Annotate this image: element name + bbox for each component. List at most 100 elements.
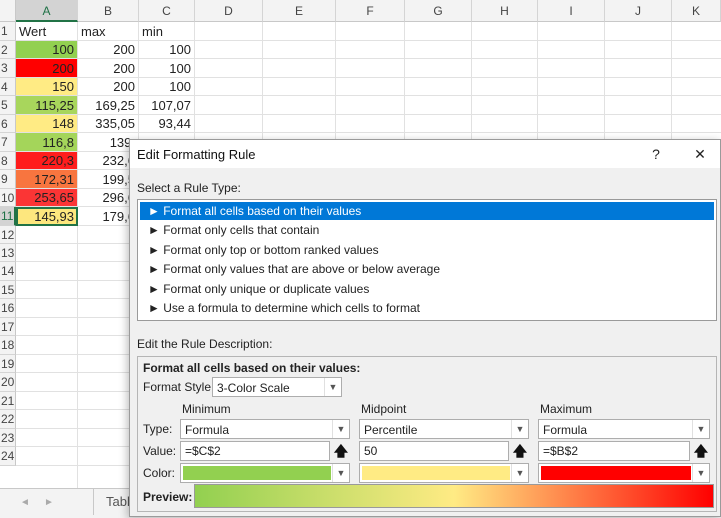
data-cell[interactable]: 115,25	[16, 96, 78, 115]
data-cell[interactable]: 253,65	[16, 189, 78, 207]
column-header[interactable]: G	[405, 0, 472, 22]
row-header[interactable]: 21	[0, 392, 16, 410]
rule-type-item[interactable]: ► Format only values that are above or b…	[140, 260, 714, 278]
collapse-range-icon[interactable]: 🡅	[332, 441, 350, 461]
format-style-label: Format Style:	[143, 380, 215, 394]
column-header[interactable]: I	[538, 0, 605, 22]
row-header[interactable]: 6	[0, 115, 16, 133]
row-header[interactable]: 18	[0, 336, 16, 355]
rule-description-panel: Format all cells based on their values: …	[137, 356, 717, 512]
rule-type-item[interactable]: ► Format all cells based on their values	[140, 202, 714, 220]
maximum-color-picker[interactable]: ▼	[538, 463, 710, 483]
collapse-range-icon[interactable]: 🡅	[692, 441, 710, 461]
column-header[interactable]: B	[78, 0, 139, 22]
column-header[interactable]: D	[195, 0, 263, 22]
row-header[interactable]: 7	[0, 133, 16, 152]
data-cell[interactable]: 200	[78, 59, 139, 78]
data-cell[interactable]: 145,93	[16, 207, 78, 226]
chevron-down-icon: ▼	[692, 420, 709, 438]
row-header[interactable]: 24	[0, 447, 16, 466]
data-cell[interactable]: 150	[16, 78, 78, 96]
minimum-value-input[interactable]: =$C$2	[180, 441, 330, 461]
column-header[interactable]: A	[16, 0, 78, 22]
data-cell[interactable]: 100	[16, 41, 78, 59]
type-label: Type:	[143, 422, 173, 436]
data-cell[interactable]: 107,07	[139, 96, 195, 115]
column-header[interactable]: C	[139, 0, 195, 22]
data-cell[interactable]: 220,3	[16, 152, 78, 170]
data-cell[interactable]: 200	[78, 41, 139, 59]
minimum-header: Minimum	[182, 402, 231, 416]
scroll-left-icon[interactable]: ◄	[20, 497, 30, 508]
row-header[interactable]: 17	[0, 318, 16, 336]
midpoint-header: Midpoint	[361, 402, 407, 416]
data-cell[interactable]: 169,25	[78, 96, 139, 115]
row-header[interactable]: 16	[0, 299, 16, 318]
column-header[interactable]: E	[263, 0, 336, 22]
chevron-down-icon: ▼	[324, 378, 341, 396]
select-rule-type-label: Select a Rule Type:	[137, 181, 241, 195]
row-header[interactable]: 23	[0, 429, 16, 447]
row-header[interactable]: 11	[0, 207, 16, 226]
column-header[interactable]: H	[472, 0, 538, 22]
row-header[interactable]: 13	[0, 244, 16, 262]
row-header[interactable]: 1	[0, 22, 16, 41]
collapse-range-icon[interactable]: 🡅	[511, 441, 529, 461]
chevron-down-icon: ▼	[332, 420, 349, 438]
data-cell[interactable]: 100	[139, 59, 195, 78]
row-header[interactable]: 2	[0, 41, 16, 59]
row-header[interactable]: 8	[0, 152, 16, 170]
minimum-color-picker[interactable]: ▼	[180, 463, 350, 483]
dialog-title: Edit Formatting Rule	[137, 147, 256, 162]
chevron-down-icon: ▼	[511, 420, 528, 438]
rule-type-item[interactable]: ► Format only cells that contain	[140, 221, 714, 239]
data-cell[interactable]: 93,44	[139, 115, 195, 133]
maximum-color-swatch	[541, 466, 691, 480]
data-cell[interactable]: 200	[16, 59, 78, 78]
midpoint-color-swatch	[362, 466, 510, 480]
minimum-type-dropdown[interactable]: Formula ▼	[180, 419, 350, 439]
format-style-dropdown[interactable]: 3-Color Scale ▼	[212, 377, 342, 397]
color-scale-preview	[194, 484, 714, 508]
data-cell[interactable]: 100	[139, 78, 195, 96]
rule-type-item[interactable]: ► Use a formula to determine which cells…	[140, 299, 714, 317]
data-cell[interactable]: 100	[139, 41, 195, 59]
row-header[interactable]: 4	[0, 78, 16, 96]
midpoint-color-picker[interactable]: ▼	[359, 463, 529, 483]
wert-header[interactable]: Wert	[16, 22, 78, 41]
scroll-right-icon[interactable]: ►	[44, 497, 54, 508]
rule-type-list: ► Format all cells based on their values…	[137, 199, 717, 321]
data-cell[interactable]: 172,31	[16, 170, 78, 189]
rule-type-item[interactable]: ► Format only unique or duplicate values	[140, 280, 714, 298]
close-button[interactable]: ✕	[689, 144, 711, 164]
row-header[interactable]: 3	[0, 59, 16, 78]
maximum-header: Maximum	[540, 402, 593, 416]
row-header[interactable]: 9	[0, 170, 16, 189]
column-header[interactable]: K	[672, 0, 721, 22]
row-header[interactable]: 10	[0, 189, 16, 207]
row-header[interactable]: 20	[0, 373, 16, 392]
column-header[interactable]: F	[336, 0, 405, 22]
data-cell[interactable]: 200	[78, 78, 139, 96]
help-button[interactable]: ?	[645, 144, 667, 164]
chevron-down-icon: ▼	[692, 464, 709, 482]
rule-type-item[interactable]: ► Format only top or bottom ranked value…	[140, 241, 714, 259]
select-all-corner[interactable]	[0, 0, 16, 22]
row-header[interactable]: 5	[0, 96, 16, 115]
data-cell[interactable]: 335,05	[78, 115, 139, 133]
row-header[interactable]: 14	[0, 262, 16, 281]
row-header[interactable]: 22	[0, 410, 16, 429]
row-header[interactable]: 12	[0, 226, 16, 244]
min-header[interactable]: min	[139, 22, 195, 41]
midpoint-type-dropdown[interactable]: Percentile ▼	[359, 419, 529, 439]
maximum-value-input[interactable]: =$B$2	[538, 441, 690, 461]
midpoint-value-input[interactable]: 50	[359, 441, 509, 461]
data-cell[interactable]: 116,8	[16, 133, 78, 152]
column-header[interactable]: J	[605, 0, 672, 22]
row-header[interactable]: 15	[0, 281, 16, 299]
max-header[interactable]: max	[78, 22, 139, 41]
data-cell[interactable]: 148	[16, 115, 78, 133]
row-header[interactable]: 19	[0, 355, 16, 373]
maximum-type-dropdown[interactable]: Formula ▼	[538, 419, 710, 439]
chevron-down-icon: ▼	[511, 464, 528, 482]
